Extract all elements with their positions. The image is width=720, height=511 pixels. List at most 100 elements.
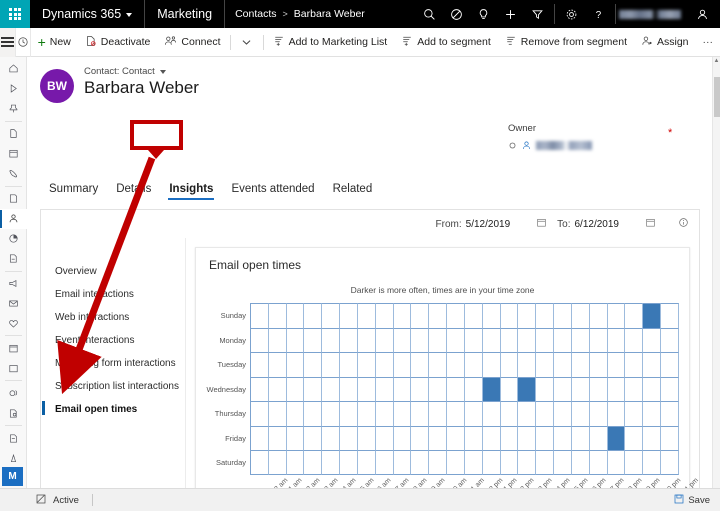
heatmap-cell[interactable] xyxy=(357,401,376,426)
heatmap-cell[interactable] xyxy=(643,327,662,352)
heatmap-cell[interactable] xyxy=(500,401,519,426)
heatmap-cell[interactable] xyxy=(554,303,572,328)
heatmap-cell[interactable] xyxy=(607,376,626,401)
heatmap-cell[interactable] xyxy=(518,401,537,426)
heatmap-cell[interactable] xyxy=(393,352,412,377)
heatmap-cell[interactable] xyxy=(322,376,341,401)
heatmap-cell[interactable] xyxy=(286,327,305,352)
heatmap-cell[interactable] xyxy=(518,352,537,377)
email-icon[interactable] xyxy=(0,293,27,313)
heatmap-cell[interactable] xyxy=(500,376,519,401)
heatmap-cell[interactable] xyxy=(571,352,590,377)
heatmap-cell[interactable] xyxy=(429,376,448,401)
heatmap-cell[interactable] xyxy=(268,303,287,328)
heatmap-cell[interactable] xyxy=(589,450,608,475)
heatmap-cell[interactable] xyxy=(322,425,341,450)
heatmap-cell[interactable] xyxy=(286,425,305,450)
heatmap-cell[interactable] xyxy=(589,425,608,450)
heatmap-cell[interactable] xyxy=(268,327,287,352)
heatmap-cell[interactable] xyxy=(393,425,412,450)
heatmap-cell[interactable] xyxy=(589,376,608,401)
heatmap-cell[interactable] xyxy=(625,401,644,426)
heatmap-cell[interactable] xyxy=(447,352,465,377)
focus-assist-icon[interactable] xyxy=(443,0,470,28)
heatmap-cell[interactable] xyxy=(322,303,341,328)
connect-button[interactable]: Connect xyxy=(157,28,227,57)
heatmap-cell[interactable] xyxy=(464,376,483,401)
heatmap-cell[interactable] xyxy=(429,425,448,450)
heatmap-cell[interactable] xyxy=(393,303,412,328)
document-icon[interactable] xyxy=(0,428,27,448)
calendar-icon[interactable] xyxy=(536,217,547,231)
heatmap-cell[interactable] xyxy=(304,376,323,401)
heatmap-cell[interactable] xyxy=(643,401,662,426)
search-icon[interactable] xyxy=(416,0,443,28)
tab-insights[interactable]: Insights xyxy=(160,179,222,200)
app-name-marketing[interactable]: Marketing xyxy=(145,0,226,28)
heatmap-cell[interactable] xyxy=(251,352,269,377)
heatmap-cell[interactable] xyxy=(429,303,448,328)
deactivate-button[interactable]: Deactivate xyxy=(78,28,158,57)
sidebar-item-subscription-list-interactions[interactable]: Subscription list interactions xyxy=(41,375,185,398)
site-map-toggle-icon[interactable] xyxy=(0,27,16,57)
heatmap-cell[interactable] xyxy=(286,376,305,401)
record-type[interactable]: Contact: Contact xyxy=(84,66,199,77)
heatmap-cell[interactable] xyxy=(661,425,679,450)
scroll-up-arrow[interactable]: ▲ xyxy=(713,57,720,66)
heatmap-cell[interactable] xyxy=(625,327,644,352)
heatmap-cell[interactable] xyxy=(625,450,644,475)
heatmap-cell[interactable] xyxy=(554,401,572,426)
heatmap-cell[interactable] xyxy=(447,303,465,328)
heatmap-cell[interactable] xyxy=(500,450,519,475)
heatmap-cell[interactable] xyxy=(375,376,394,401)
heatmap-cell[interactable] xyxy=(607,327,626,352)
sidebar-item-contacts[interactable] xyxy=(0,208,27,229)
heatmap-cell[interactable] xyxy=(304,303,323,328)
dashboard-icon[interactable] xyxy=(0,229,27,249)
heatmap-cell[interactable] xyxy=(482,327,501,352)
heatmap-cell[interactable] xyxy=(447,425,465,450)
heatmap-cell[interactable] xyxy=(518,376,537,401)
heatmap-cell[interactable] xyxy=(411,303,430,328)
heatmap-cell[interactable] xyxy=(411,401,430,426)
tab-events-attended[interactable]: Events attended xyxy=(222,179,323,199)
connect-dropdown[interactable] xyxy=(232,28,261,57)
heatmap-cell[interactable] xyxy=(518,450,537,475)
heatmap-cell[interactable] xyxy=(375,450,394,475)
heatmap-cell[interactable] xyxy=(393,401,412,426)
recent-icon[interactable] xyxy=(0,79,27,99)
heatmap-cell[interactable] xyxy=(661,376,679,401)
sidebar-item-email-interactions[interactable]: Email interactions xyxy=(41,283,185,306)
heatmap-cell[interactable] xyxy=(571,450,590,475)
heatmap-cell[interactable] xyxy=(322,401,341,426)
heatmap-cell[interactable] xyxy=(357,450,376,475)
heatmap-cell[interactable] xyxy=(251,450,269,475)
heatmap-cell[interactable] xyxy=(375,425,394,450)
heatmap-cell[interactable] xyxy=(536,401,555,426)
app-launcher-icon[interactable] xyxy=(0,0,30,28)
heatmap-cell[interactable] xyxy=(571,376,590,401)
heatmap-cell[interactable] xyxy=(393,327,412,352)
customer-voice-icon[interactable] xyxy=(0,383,27,403)
page-icon[interactable] xyxy=(0,124,27,144)
add-to-marketing-list-button[interactable]: Add to Marketing List xyxy=(266,28,395,57)
heatmap-cell[interactable] xyxy=(589,401,608,426)
heatmap-cell[interactable] xyxy=(393,450,412,475)
vertical-scrollbar[interactable]: ▲ xyxy=(712,57,720,488)
sidebar-item-web-interactions[interactable]: Web interactions xyxy=(41,306,185,329)
heatmap-cell[interactable] xyxy=(340,352,358,377)
heatmap-cell[interactable] xyxy=(482,303,501,328)
heatmap-cell[interactable] xyxy=(251,303,269,328)
heatmap-cell[interactable] xyxy=(661,327,679,352)
heatmap-cell[interactable] xyxy=(643,450,662,475)
heatmap-cell[interactable] xyxy=(518,425,537,450)
heatmap-cell[interactable] xyxy=(340,376,358,401)
heatmap-cell[interactable] xyxy=(500,303,519,328)
heatmap-cell[interactable] xyxy=(447,327,465,352)
heatmap-cell[interactable] xyxy=(286,352,305,377)
heatmap-cell[interactable] xyxy=(340,425,358,450)
heatmap-cell[interactable] xyxy=(661,450,679,475)
heatmap-cell[interactable] xyxy=(429,450,448,475)
heatmap-cell[interactable] xyxy=(340,303,358,328)
heatmap-cell[interactable] xyxy=(393,376,412,401)
